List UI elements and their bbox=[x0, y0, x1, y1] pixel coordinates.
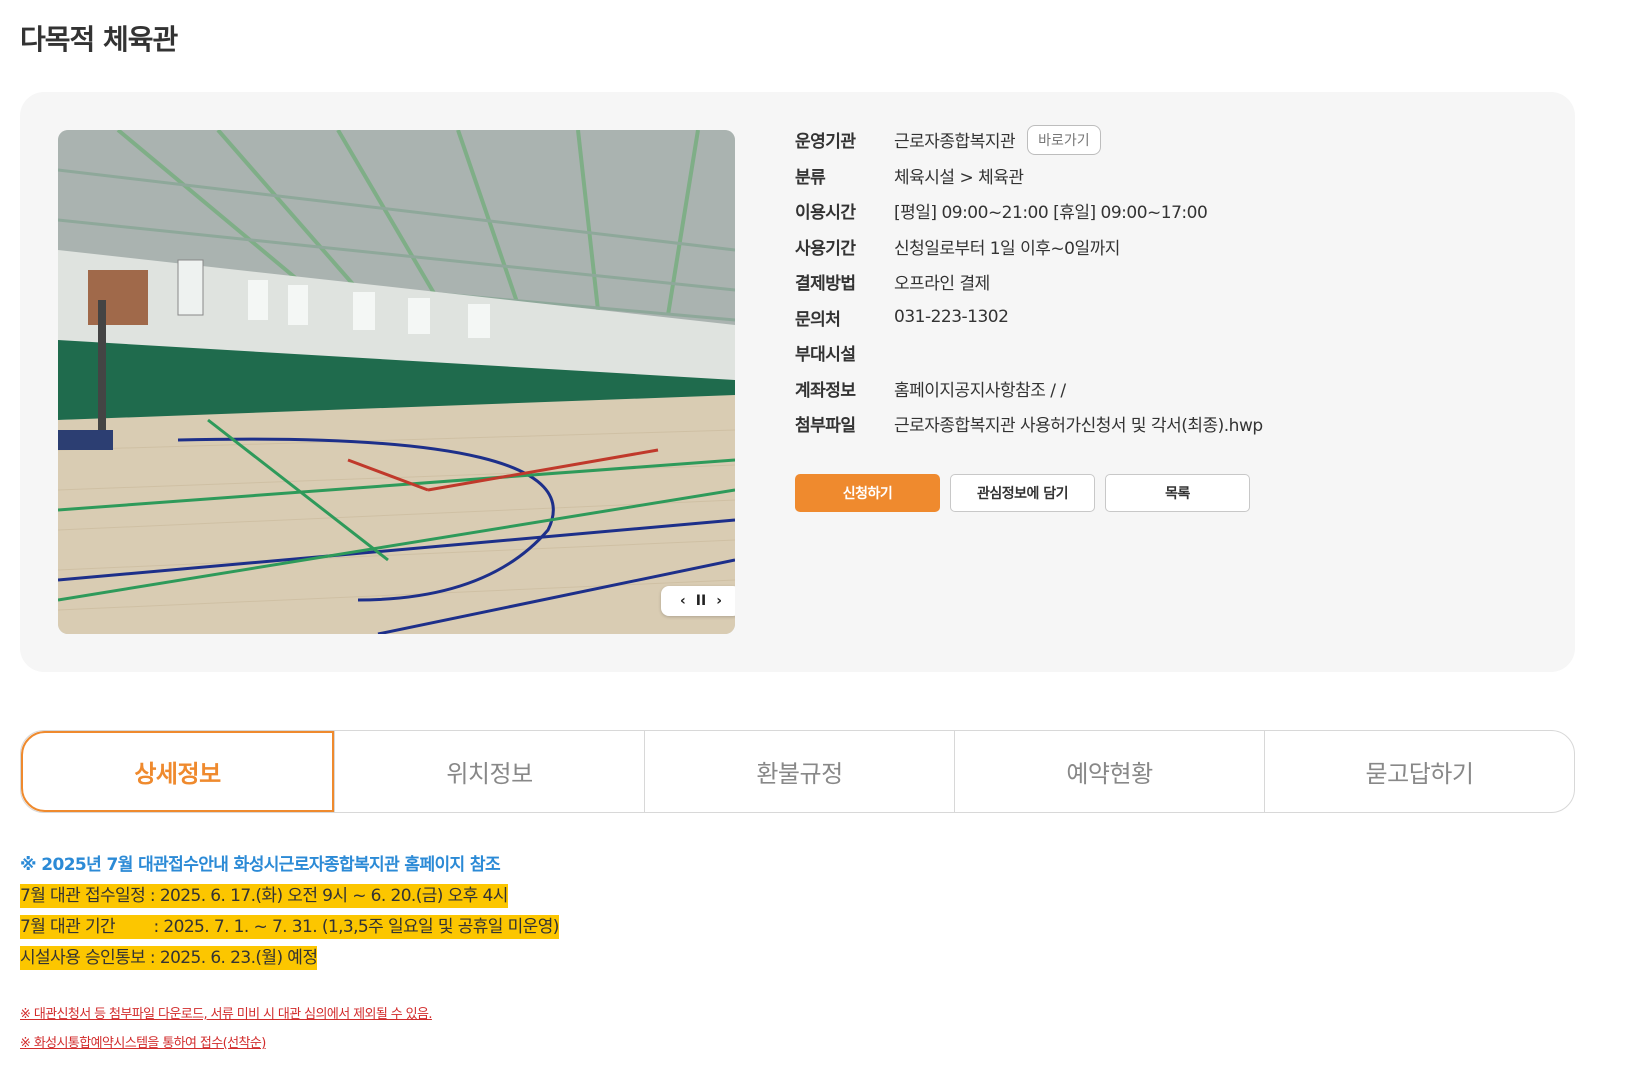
tab-location[interactable]: 위치정보 bbox=[334, 731, 644, 812]
goto-button[interactable]: 바로가기 bbox=[1027, 124, 1101, 155]
notice-warning: ※ 대관신청서 등 첨부파일 다운로드, 서류 미비 시 대관 심의에서 제외될… bbox=[20, 1007, 433, 1022]
detail-tabs: 상세정보 위치정보 환불규정 예약현황 묻고답하기 bbox=[20, 730, 1575, 813]
highlighted-text: 7월 대관 접수일정 : 2025. 6. 17.(화) 오전 9시 ~ 6. … bbox=[20, 884, 508, 908]
spec-row-amenities: 부대시설 bbox=[795, 335, 1263, 371]
spec-row-payment: 결제방법 오프라인 결제 bbox=[795, 264, 1263, 300]
detail-notice: ※ 2025년 7월 대관접수안내 화성시근로자종합복지관 홈페이지 참조 7월… bbox=[20, 850, 559, 1058]
gym-photo-illustration bbox=[58, 130, 735, 634]
spec-label: 이용시간 bbox=[795, 203, 856, 224]
spec-row-operator: 운영기관 근로자종합복지관 바로가기 bbox=[795, 122, 1263, 158]
slider-pause-button[interactable]: II bbox=[696, 593, 706, 609]
spec-row-hours: 이용시간 [평일] 09:00~21:00 [휴일] 09:00~17:00 bbox=[795, 193, 1263, 229]
facility-info-panel: ‹ II › 운영기관 근로자종합복지관 바로가기 분류 체육시설 > 체육관 … bbox=[20, 92, 1575, 672]
spec-label: 결제방법 bbox=[795, 274, 856, 295]
apply-button[interactable]: 신청하기 bbox=[795, 474, 940, 512]
attachment-link[interactable]: 근로자종합복지관 사용허가신청서 및 각서(최종).hwp bbox=[894, 411, 1263, 436]
spec-label: 계좌정보 bbox=[795, 380, 856, 401]
spec-value: 신청일로부터 1일 이후~0일까지 bbox=[894, 238, 1120, 259]
spec-value: 체육시설 > 체육관 bbox=[894, 167, 1024, 188]
spec-value: 근로자종합복지관 bbox=[894, 132, 1016, 153]
spec-row-attachment: 첨부파일 근로자종합복지관 사용허가신청서 및 각서(최종).hwp bbox=[795, 406, 1263, 442]
spec-label: 분류 bbox=[795, 167, 826, 188]
highlighted-text: 7월 대관 기간 : 2025. 7. 1. ~ 7. 31. (1,3,5주 … bbox=[20, 915, 559, 939]
notice-line: 7월 대관 접수일정 : 2025. 6. 17.(화) 오전 9시 ~ 6. … bbox=[20, 881, 559, 912]
spec-label: 첨부파일 bbox=[795, 416, 856, 437]
spec-row-category: 분류 체육시설 > 체육관 bbox=[795, 158, 1263, 194]
spec-row-period: 사용기간 신청일로부터 1일 이후~0일까지 bbox=[795, 229, 1263, 265]
spec-row-contact: 문의처 031-223-1302 bbox=[795, 300, 1263, 336]
page-title: 다목적 체육관 bbox=[20, 23, 178, 56]
notice-line: 7월 대관 기간 : 2025. 7. 1. ~ 7. 31. (1,3,5주 … bbox=[20, 912, 559, 943]
tab-reservation-status[interactable]: 예약현황 bbox=[954, 731, 1264, 812]
spec-label: 부대시설 bbox=[795, 345, 856, 366]
spec-row-account: 계좌정보 홈페이지공지사항참조 / / bbox=[795, 371, 1263, 407]
spec-value: 홈페이지공지사항참조 / / bbox=[894, 380, 1066, 401]
list-button[interactable]: 목록 bbox=[1105, 474, 1250, 512]
facility-photo: ‹ II › bbox=[58, 130, 735, 634]
spec-value: 오프라인 결제 bbox=[894, 274, 990, 295]
spec-value: [평일] 09:00~21:00 [휴일] 09:00~17:00 bbox=[894, 203, 1208, 224]
highlighted-text: 시설사용 승인통보 : 2025. 6. 23.(월) 예정 bbox=[20, 946, 318, 970]
spec-label: 운영기관 bbox=[795, 132, 856, 153]
spec-value: 031-223-1302 bbox=[894, 307, 1009, 328]
tab-refund-policy[interactable]: 환불규정 bbox=[644, 731, 954, 812]
notice-line: 시설사용 승인통보 : 2025. 6. 23.(월) 예정 bbox=[20, 943, 559, 974]
add-favorite-button[interactable]: 관심정보에 담기 bbox=[950, 474, 1095, 512]
spec-label: 사용기간 bbox=[795, 238, 856, 259]
notice-warning: ※ 화성시통합예약시스템을 통하여 접수(선착순) bbox=[20, 1036, 266, 1051]
tab-detail-info[interactable]: 상세정보 bbox=[21, 731, 334, 812]
slider-controls: ‹ II › bbox=[661, 586, 735, 616]
facility-spec-list: 운영기관 근로자종합복지관 바로가기 분류 체육시설 > 체육관 이용시간 [평… bbox=[795, 122, 1263, 442]
spec-label: 문의처 bbox=[795, 309, 841, 330]
slider-prev-button[interactable]: ‹ bbox=[680, 593, 686, 609]
action-buttons: 신청하기 관심정보에 담기 목록 bbox=[795, 474, 1250, 512]
slider-next-button[interactable]: › bbox=[716, 593, 722, 609]
tab-qna[interactable]: 묻고답하기 bbox=[1264, 731, 1574, 812]
notice-heading: ※ 2025년 7월 대관접수안내 화성시근로자종합복지관 홈페이지 참조 bbox=[20, 855, 501, 875]
